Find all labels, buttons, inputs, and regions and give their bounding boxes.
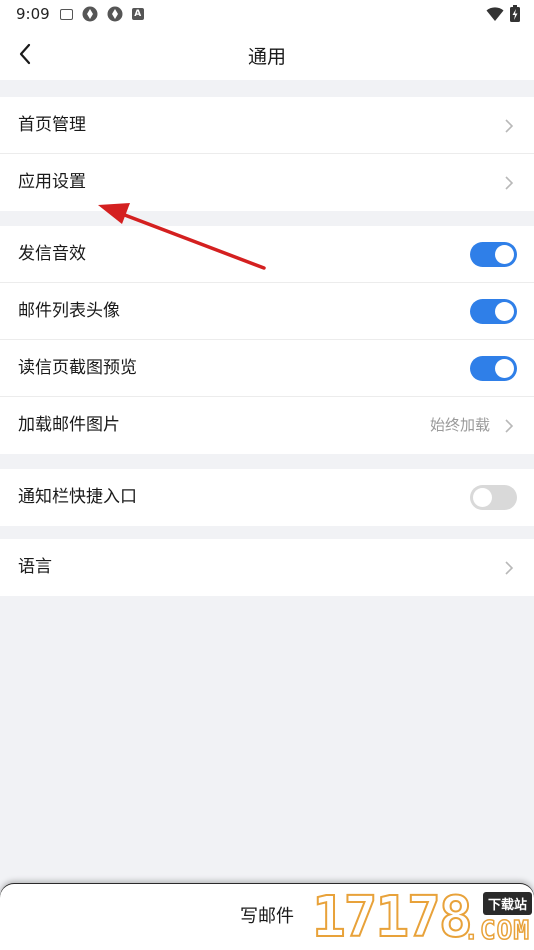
settings-group-notification: 通知栏快捷入口 (0, 469, 534, 526)
settings-row-app-settings[interactable]: 应用设置 (0, 154, 534, 211)
row-label: 读信页截图预览 (18, 358, 137, 378)
watermark-number: 17178 (311, 885, 474, 950)
row-label: 发信音效 (18, 244, 86, 264)
a-icon: A (131, 8, 144, 20)
settings-row-list-avatar: 邮件列表头像 (0, 283, 534, 340)
chevron-right-icon (505, 561, 514, 575)
page-title: 通用 (247, 46, 286, 68)
settings-row-load-images[interactable]: 加载邮件图片 始终加载 (0, 397, 534, 454)
wifi-icon (486, 6, 504, 21)
send-sound-toggle[interactable] (470, 242, 517, 267)
settings-row-screenshot-preview: 读信页截图预览 (0, 340, 534, 397)
chevron-right-icon (505, 176, 514, 190)
watermark-badge: 下载站 (482, 892, 532, 915)
row-value: 始终加载 (429, 416, 490, 434)
status-bar: 9:09 A (0, 0, 534, 28)
row-label: 通知栏快捷入口 (18, 487, 137, 507)
list-avatar-toggle[interactable] (470, 299, 517, 324)
settings-row-home-management[interactable]: 首页管理 (0, 97, 534, 154)
toggle-knob (495, 245, 514, 264)
chevron-right-icon (505, 419, 514, 433)
settings-group-language: 语言 (0, 539, 534, 596)
watermark-suffix: .COM (463, 915, 530, 947)
settings-row-language[interactable]: 语言 (0, 539, 534, 596)
app-icon (82, 6, 98, 22)
toggle-knob (473, 488, 492, 507)
settings-group-home: 首页管理 应用设置 (0, 97, 534, 211)
row-label: 首页管理 (18, 115, 86, 135)
row-label: 应用设置 (18, 172, 86, 192)
app-icon (107, 6, 123, 22)
row-label: 加载邮件图片 (18, 415, 120, 435)
toggle-knob (495, 302, 514, 321)
status-system-icons (486, 5, 520, 22)
mail-icon (59, 8, 73, 20)
battery-icon (510, 5, 520, 22)
watermark-logo: 17178 下载站 .COM (310, 886, 534, 950)
settings-row-notification-shortcut: 通知栏快捷入口 (0, 469, 534, 526)
status-time: 9:09 (16, 5, 50, 23)
settings-group-mail: 发信音效 邮件列表头像 读信页截图预览 加载邮件图片 始终加载 (0, 226, 534, 454)
chevron-right-icon (505, 119, 514, 133)
screenshot-preview-toggle[interactable] (470, 356, 517, 381)
status-notification-icons: A (59, 6, 144, 22)
nav-bar: 通用 (0, 28, 534, 80)
toggle-knob (495, 359, 514, 378)
notification-shortcut-toggle[interactable] (470, 485, 517, 510)
settings-row-send-sound: 发信音效 (0, 226, 534, 283)
row-label: 语言 (18, 557, 52, 577)
row-label: 邮件列表头像 (18, 301, 120, 321)
